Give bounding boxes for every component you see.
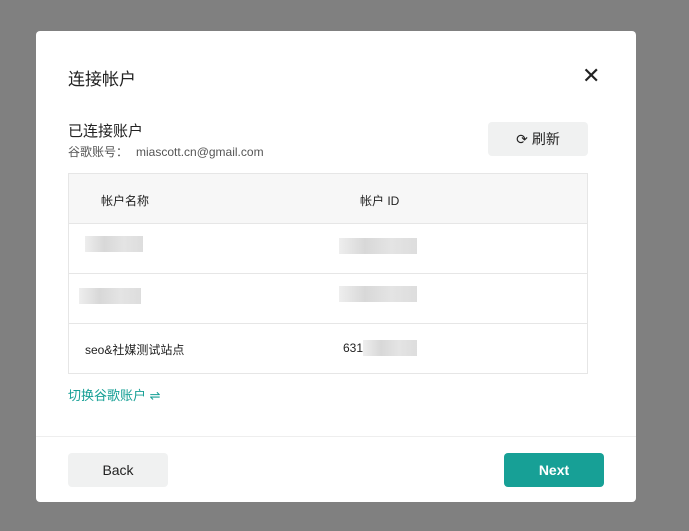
table-header: 帐户名称 帐户 ID	[69, 174, 587, 223]
redacted-id	[363, 340, 417, 356]
redacted-name	[79, 288, 141, 304]
table-row[interactable]: seo&社媒测试站点 631	[69, 323, 587, 373]
refresh-label: 刷新	[532, 129, 560, 149]
refresh-button[interactable]: ⟳刷新	[488, 122, 588, 156]
next-button[interactable]: Next	[504, 453, 604, 487]
connected-heading: 已连接账户	[68, 120, 143, 141]
table-row[interactable]	[69, 273, 587, 323]
header-name: 帐户名称	[101, 192, 149, 209]
account-name: seo&社媒测试站点	[85, 341, 184, 358]
google-account: 谷歌账号： miascott.cn@gmail.com	[68, 143, 264, 160]
header-id: 帐户 ID	[360, 192, 399, 209]
accounts-table: 帐户名称 帐户 ID seo&社媒测试站点 631	[68, 173, 588, 374]
close-icon[interactable]: ✕	[582, 65, 600, 87]
account-label: 谷歌账号：	[68, 145, 128, 159]
redacted-id	[339, 238, 417, 254]
connect-account-dialog: 连接帐户 ✕ 已连接账户 谷歌账号：miascott.cn@gmail.com …	[36, 31, 636, 502]
refresh-icon: ⟳	[516, 131, 528, 148]
dialog-title: 连接帐户	[68, 65, 136, 90]
account-id: 631	[343, 341, 363, 355]
table-row[interactable]	[69, 223, 587, 273]
redacted-id	[339, 286, 417, 302]
back-button[interactable]: Back	[68, 453, 168, 487]
account-email: miascott.cn@gmail.com	[136, 145, 264, 159]
redacted-name	[85, 236, 143, 252]
footer-divider	[36, 436, 636, 437]
switch-google-account-link[interactable]: 切换谷歌账户 ⇌	[68, 385, 161, 404]
